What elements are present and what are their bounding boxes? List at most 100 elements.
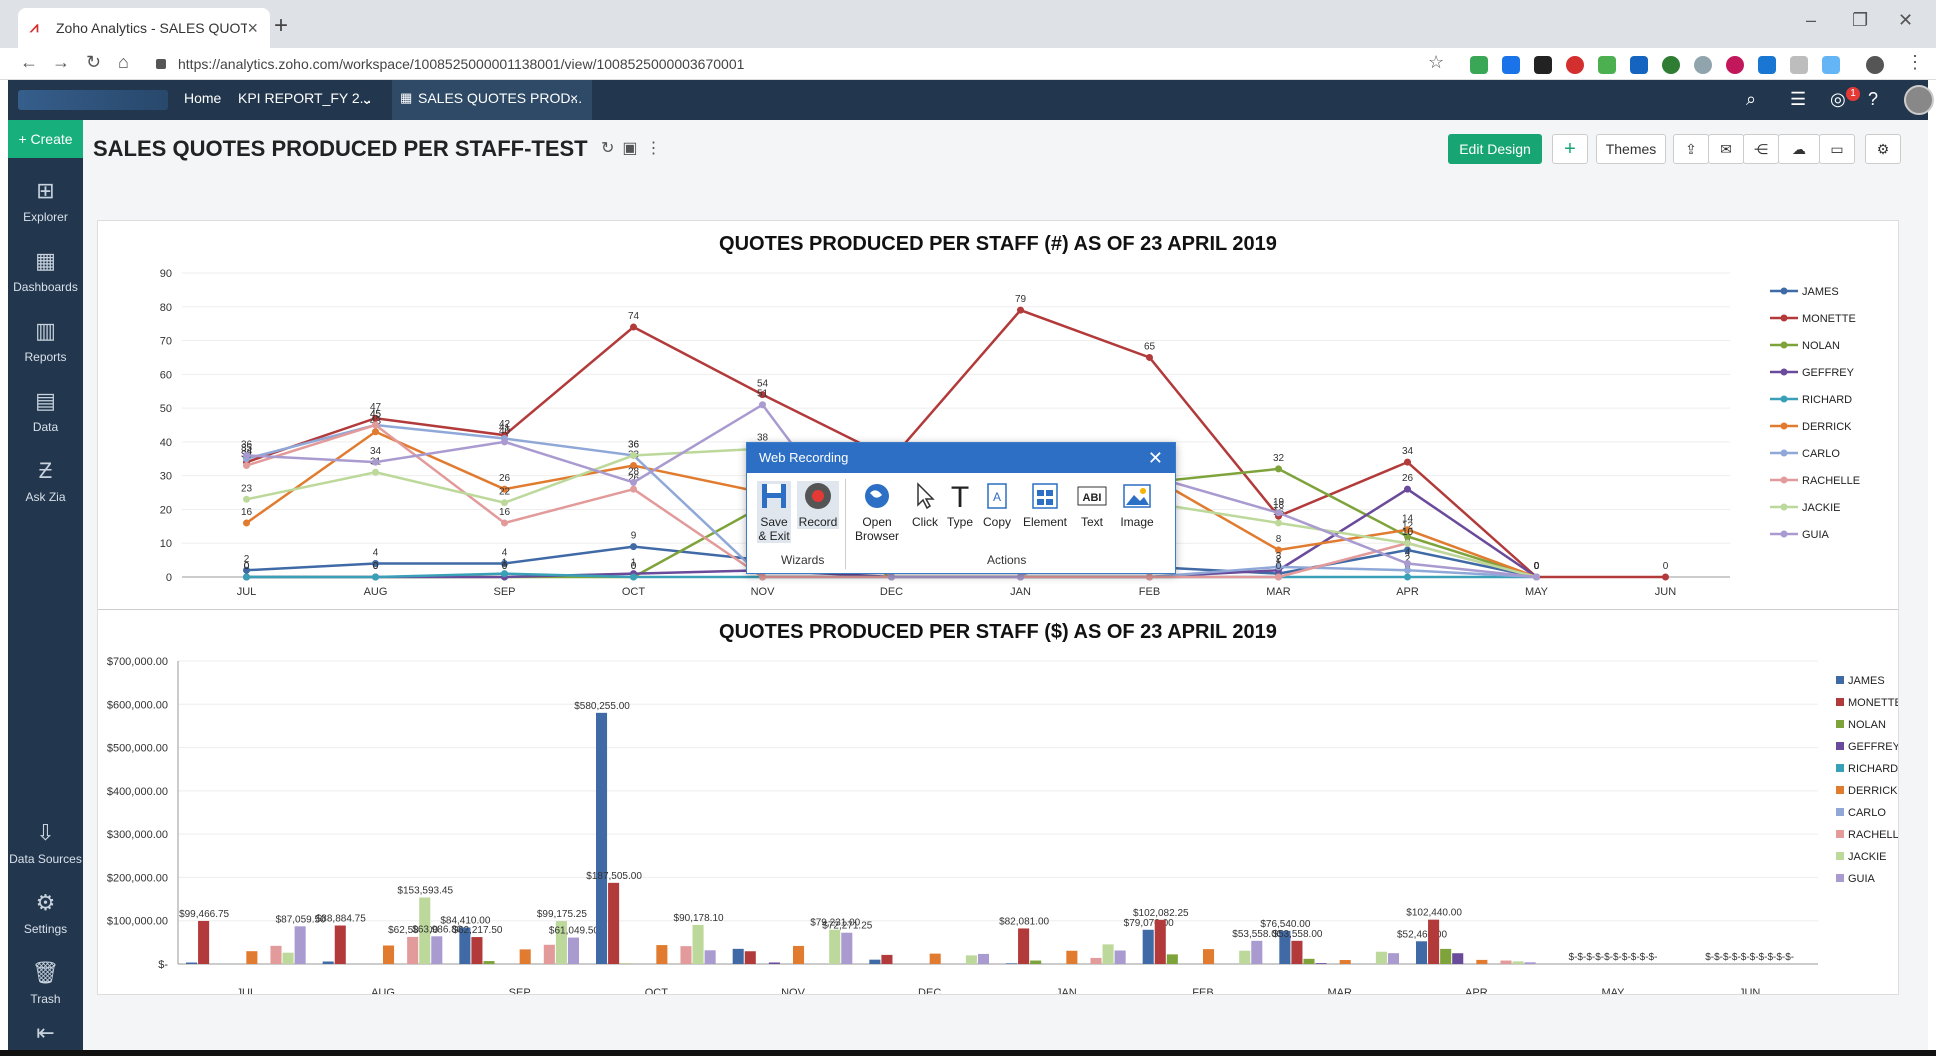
export-icon[interactable]: ⇪ xyxy=(1673,134,1709,164)
nav-kpi-report[interactable]: KPI REPORT_FY 2... xyxy=(238,90,371,106)
close-icon[interactable]: ✕ xyxy=(1148,443,1163,473)
extension-icon[interactable] xyxy=(1726,56,1744,74)
reports-icon: ▥ xyxy=(35,318,56,343)
new-tab-icon[interactable]: + xyxy=(274,12,288,40)
extension-icon[interactable] xyxy=(1822,56,1840,74)
x-tick-label: OCT xyxy=(645,987,669,994)
extension-icon[interactable] xyxy=(1502,56,1520,74)
url-field[interactable]: https://analytics.zoho.com/workspace/100… xyxy=(156,52,1456,76)
extension-icon[interactable] xyxy=(1790,56,1808,74)
settings-gear-icon[interactable]: ⚙ xyxy=(1865,134,1901,164)
extension-icon[interactable] xyxy=(1694,56,1712,74)
sidebar-item-settings[interactable]: ⚙ Settings xyxy=(8,890,83,936)
share-icon[interactable]: ⋲ xyxy=(1743,134,1779,164)
nav-home[interactable]: Home xyxy=(184,90,221,106)
browser-tab[interactable]: ⩘ Zoho Analytics - SALES QUOTES × xyxy=(18,8,270,48)
sidebar-item-data-sources[interactable]: ⇩ Data Sources xyxy=(8,820,83,866)
adblock-extension-icon[interactable] xyxy=(1566,56,1584,74)
legend-swatch xyxy=(1836,852,1844,860)
sidebar-item-data[interactable]: ▤ Data xyxy=(8,388,83,434)
profile-avatar-icon[interactable] xyxy=(1866,56,1884,74)
sidebar-item-trash[interactable]: 🗑 Trash xyxy=(8,960,83,1006)
data-label: 26 xyxy=(499,473,511,484)
edit-design-button[interactable]: Edit Design xyxy=(1448,134,1542,164)
help-icon[interactable]: ? xyxy=(1868,89,1878,110)
close-tab-icon[interactable]: × xyxy=(570,90,578,106)
open-browser-button[interactable]: Open Browser xyxy=(851,481,903,543)
bookmark-star-icon[interactable]: ☆ xyxy=(1428,52,1444,73)
extension-icon[interactable] xyxy=(1758,56,1776,74)
click-label: Click xyxy=(912,515,938,529)
themes-button[interactable]: Themes xyxy=(1596,134,1666,164)
evernote-extension-icon[interactable] xyxy=(1470,56,1488,74)
extension-icon[interactable] xyxy=(1630,56,1648,74)
comments-icon[interactable]: ☰ xyxy=(1790,89,1806,110)
data-label: 9 xyxy=(631,531,637,542)
add-icon[interactable]: + xyxy=(1552,134,1588,164)
search-icon[interactable]: ⌕ xyxy=(1746,89,1756,110)
close-window-icon[interactable]: ✕ xyxy=(1898,10,1913,31)
data-label: 0 xyxy=(1663,561,1669,572)
legend-swatch xyxy=(1836,676,1844,684)
y-tick-label: 0 xyxy=(166,572,172,584)
bar xyxy=(198,920,210,964)
app-header: Home KPI REPORT_FY 2... ⌄ ▦ SALES QUOTES… xyxy=(8,80,1934,120)
text-button[interactable]: ABI Text xyxy=(1073,481,1111,529)
create-button[interactable]: + Create xyxy=(8,120,83,158)
data-point xyxy=(1017,573,1024,581)
copy-button[interactable]: A Copy xyxy=(979,481,1015,529)
save-icon[interactable]: ▣ xyxy=(622,140,645,157)
collapse-sidebar-icon[interactable]: ⇤ xyxy=(8,1020,83,1052)
forward-icon[interactable]: → xyxy=(52,52,70,73)
sidebar-item-explorer[interactable]: ⊞ Explorer xyxy=(8,178,83,224)
chevron-down-icon[interactable]: ⌄ xyxy=(361,91,373,108)
save-exit-button[interactable]: Save & Exit xyxy=(757,481,791,543)
data-point xyxy=(1017,306,1024,314)
back-icon[interactable]: ← xyxy=(20,52,38,73)
refresh-icon[interactable]: ↻ xyxy=(601,140,622,157)
more-options-icon[interactable]: ⋮ xyxy=(646,140,670,157)
bar xyxy=(744,951,756,964)
bar xyxy=(680,946,692,964)
legend-label: RACHELLE xyxy=(1848,829,1898,841)
user-avatar[interactable] xyxy=(1904,85,1934,115)
data-point xyxy=(1662,573,1669,581)
bar xyxy=(1114,950,1126,964)
element-button[interactable]: Element xyxy=(1021,481,1069,529)
minimize-icon[interactable]: – xyxy=(1806,10,1816,31)
sidebar-item-ask-zia[interactable]: Ƶ Ask Zia xyxy=(8,458,83,504)
extension-icon[interactable] xyxy=(1598,56,1616,74)
restore-icon[interactable]: ❐ xyxy=(1852,10,1868,31)
data-point xyxy=(630,451,637,459)
record-button[interactable]: Record xyxy=(797,481,839,529)
url-text: https://analytics.zoho.com/workspace/100… xyxy=(178,56,745,72)
close-tab-icon[interactable]: × xyxy=(247,18,258,39)
data-label: $62,217.50 xyxy=(452,925,502,936)
click-button[interactable]: Click xyxy=(907,481,943,529)
sidebar-item-dashboards[interactable]: ▦ Dashboards xyxy=(8,248,83,294)
sidebar-item-reports[interactable]: ▥ Reports xyxy=(8,318,83,364)
extension-icon[interactable] xyxy=(1534,56,1552,74)
home-icon[interactable]: ⌂ xyxy=(118,52,129,73)
data-label: 79 xyxy=(1015,294,1027,305)
browser-menu-icon[interactable]: ⋮ xyxy=(1906,52,1924,73)
data-sources-icon: ⇩ xyxy=(36,820,55,845)
data-label: 74 xyxy=(628,311,640,322)
data-label: $90,178.10 xyxy=(674,913,724,924)
data-point xyxy=(501,499,508,507)
type-button[interactable]: T Type xyxy=(943,481,977,529)
image-button[interactable]: Image xyxy=(1115,481,1159,529)
y-tick-label: 50 xyxy=(160,403,172,415)
zoho-logo xyxy=(18,90,168,110)
bar xyxy=(246,951,258,964)
y-tick-label: $- xyxy=(158,959,168,971)
data-label: 36 xyxy=(628,439,640,450)
notifications-icon[interactable]: ◎ xyxy=(1830,89,1846,110)
reload-icon[interactable]: ↻ xyxy=(86,52,101,73)
publish-cloud-icon[interactable]: ☁ xyxy=(1778,134,1820,164)
comment-icon[interactable]: ▭ xyxy=(1819,134,1855,164)
email-icon[interactable]: ✉ xyxy=(1708,134,1744,164)
extension-icon[interactable] xyxy=(1662,56,1680,74)
y-tick-label: $600,000.00 xyxy=(107,699,168,711)
data-label: 0 xyxy=(631,561,637,572)
